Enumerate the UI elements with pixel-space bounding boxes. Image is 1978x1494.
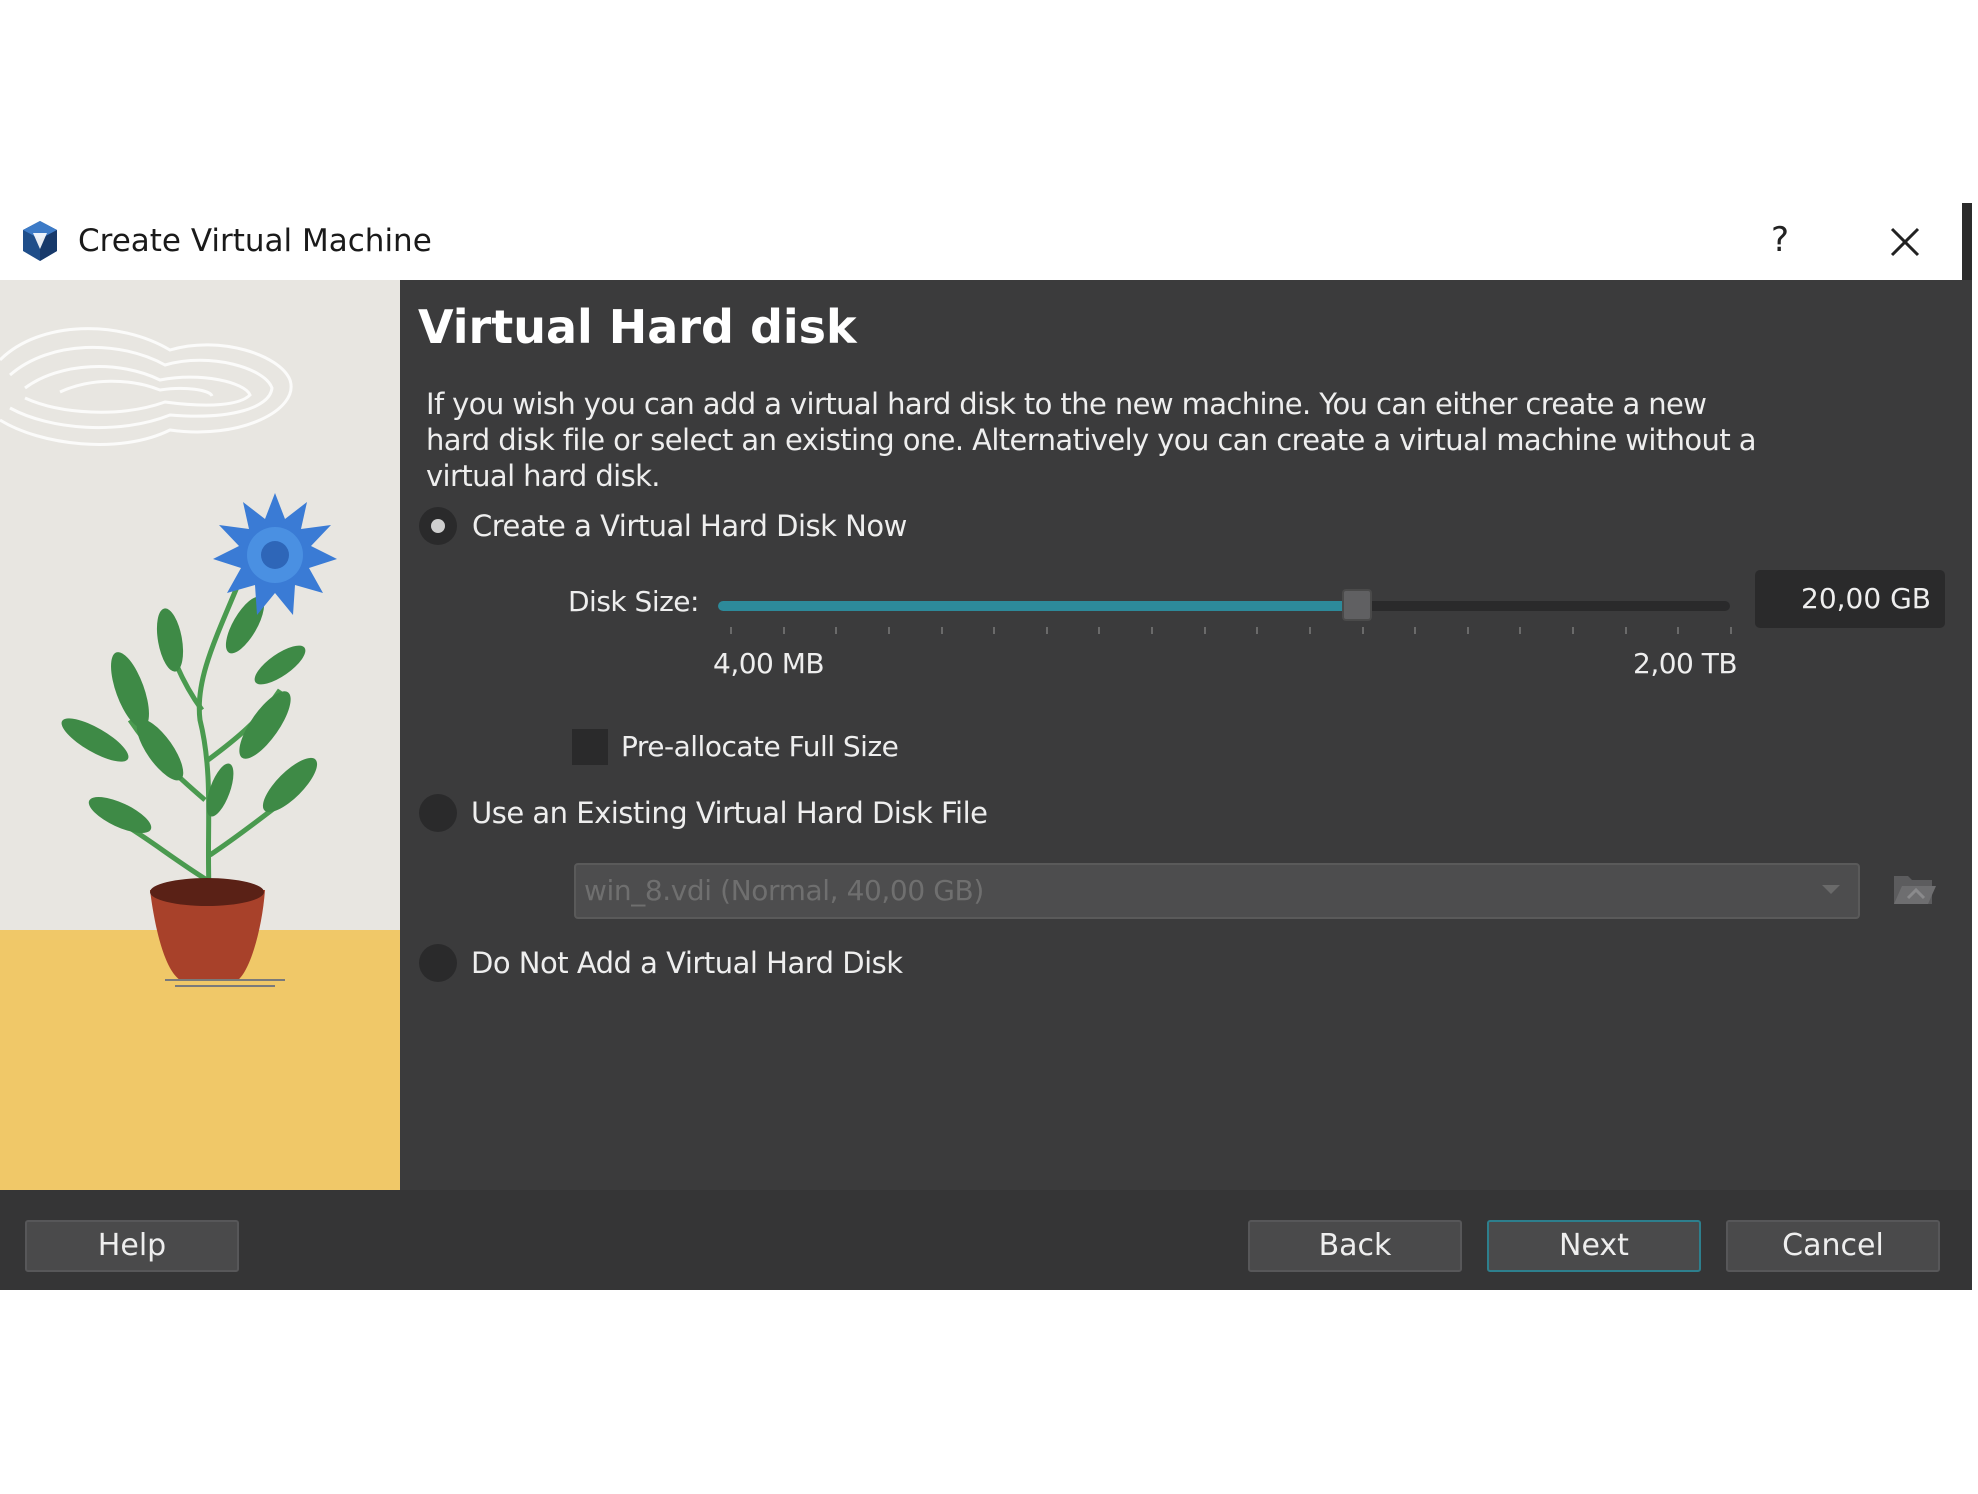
next-button[interactable]: Next [1487,1220,1701,1272]
slider-tick [1519,627,1521,634]
slider-tick [783,627,785,634]
slider-tick [1572,627,1574,634]
window-title: Create Virtual Machine [78,223,432,259]
preallocate-checkbox[interactable] [572,729,608,765]
page-title: Virtual Hard disk [418,300,857,354]
preallocate-label[interactable]: Pre-allocate Full Size [621,730,899,763]
slider-tick [1151,627,1153,634]
disk-size-field[interactable]: 20,00 GB [1755,570,1945,628]
radio-no-disk[interactable] [419,944,457,982]
radio-use-existing[interactable] [419,794,457,832]
slider-tick [941,627,943,634]
radio-label-use-existing[interactable]: Use an Existing Virtual Hard Disk File [471,794,988,832]
slider-ticks [730,627,1732,635]
slider-tick [835,627,837,634]
slider-tick [1309,627,1311,634]
disk-size-slider[interactable] [718,589,1730,621]
existing-disk-value: win_8.vdi (Normal, 40,00 GB) [584,874,984,907]
slider-tick [1625,627,1627,634]
help-button[interactable]: ? [1760,215,1800,265]
create-vm-dialog: Create Virtual Machine ? Virtual Hard di… [0,203,1972,1290]
slider-tick [1046,627,1048,634]
title-bar: Create Virtual Machine ? [0,203,1972,280]
virtualbox-icon [23,221,57,261]
slider-tick [888,627,890,634]
chevron-down-icon [1822,885,1840,894]
slider-tick [1467,627,1469,634]
slider-tick [1730,627,1732,634]
slider-tick [730,627,732,634]
radio-label-no-disk[interactable]: Do Not Add a Virtual Hard Disk [471,944,903,982]
slider-tick [993,627,995,634]
slider-tick [1414,627,1416,634]
wizard-illustration [0,280,400,1190]
wizard-page: Virtual Hard disk If you wish you can ad… [400,280,1972,1190]
disk-size-label: Disk Size: [568,585,699,618]
existing-disk-select[interactable]: win_8.vdi (Normal, 40,00 GB) [574,863,1860,919]
page-description: If you wish you can add a virtual hard d… [426,387,1757,493]
slider-fill [718,601,1357,611]
close-icon[interactable] [1880,217,1930,267]
window-edge [1962,203,1972,280]
radio-create-disk-now[interactable] [419,507,457,545]
folder-open-icon[interactable] [1890,864,1938,912]
slider-min-label: 4,00 MB [713,647,825,680]
slider-tick [1256,627,1258,634]
slider-handle[interactable] [1342,589,1372,621]
slider-tick [1098,627,1100,634]
flower-illustration [0,280,400,1190]
button-bar: Help Back Next Cancel [0,1190,1972,1290]
slider-tick [1204,627,1206,634]
back-button[interactable]: Back [1248,1220,1462,1272]
slider-tick [1677,627,1679,634]
cancel-button[interactable]: Cancel [1726,1220,1940,1272]
slider-tick [1362,627,1364,634]
slider-max-label: 2,00 TB [1633,647,1738,680]
radio-label-create-disk-now[interactable]: Create a Virtual Hard Disk Now [472,507,907,545]
help-button[interactable]: Help [25,1220,239,1272]
